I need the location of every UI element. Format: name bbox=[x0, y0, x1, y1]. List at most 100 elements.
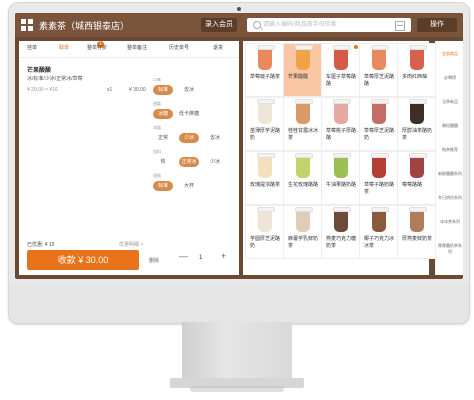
option-group-label: 口味 bbox=[153, 77, 161, 82]
product-card[interactable]: 牛油果酪奶酪 bbox=[321, 151, 361, 205]
drink-cup-image bbox=[257, 99, 275, 124]
product-name: 椰子巧克力冰冰茶 bbox=[364, 236, 395, 249]
drink-cup-image bbox=[409, 207, 427, 232]
product-card[interactable]: 玫瑰提浓酪茶 bbox=[245, 151, 285, 205]
product-name: 苗薄厚芋泥酪奶 bbox=[250, 128, 281, 141]
drink-cup-image bbox=[295, 45, 313, 70]
tab-refund[interactable]: 退货 bbox=[213, 44, 223, 51]
product-card[interactable]: 草莓啵子酪茶 bbox=[245, 43, 285, 97]
product-name: 多肉红西柚 bbox=[402, 74, 428, 80]
product-card[interactable]: 芒果酸酸 bbox=[283, 43, 323, 97]
option-chip[interactable]: 少冰 bbox=[179, 133, 199, 143]
option-chip[interactable]: 正常 bbox=[153, 133, 173, 143]
top-bar: 素素茶（城西银泰店） 录入会员 请输入编码/商品首字母检索 操作 bbox=[15, 13, 463, 37]
product-name: 车厘子草莓酪酪 bbox=[326, 74, 357, 87]
qty-minus-button[interactable]: — bbox=[179, 251, 188, 261]
new-dot-icon bbox=[354, 45, 358, 49]
product-name: 芋圆厚芝泥酪奶 bbox=[250, 236, 281, 249]
product-grid: 草莓啵子酪茶 芒果酸酸 车厘子草莓酪酪 草莓厚芝泥酪酪 多肉红西柚苗薄厚芋泥酪奶 桂桂甘露… bbox=[245, 43, 437, 275]
product-name: 玫瑰提浓酪茶 bbox=[250, 182, 281, 188]
option-chip[interactable]: 标准 bbox=[153, 85, 173, 95]
drink-cup-image bbox=[257, 153, 275, 178]
product-card[interactable]: 多肉红西柚 bbox=[397, 43, 437, 97]
drink-cup-image bbox=[333, 153, 351, 178]
tab-history[interactable]: 历史单号 bbox=[169, 44, 189, 51]
product-card[interactable]: 草莓厚芝泥酪奶 bbox=[359, 97, 399, 151]
drink-cup-image bbox=[333, 99, 351, 124]
drink-cup-image bbox=[333, 45, 351, 70]
category-item[interactable]: 冬日热饮系列 bbox=[438, 195, 462, 201]
search-placeholder: 请输入编码/商品首字母检索 bbox=[263, 22, 337, 28]
option-chip[interactable]: 少冰 bbox=[205, 157, 225, 167]
drink-cup-image bbox=[257, 207, 275, 232]
drink-cup-image bbox=[371, 45, 389, 70]
option-chip[interactable]: 正常冰 bbox=[179, 157, 199, 167]
category-item[interactable]: 当季新品 bbox=[438, 99, 462, 105]
product-card[interactable]: 厚醇油茶酪奶茶 bbox=[397, 97, 437, 151]
product-card[interactable]: 苗薄厚芋泥酪奶 bbox=[245, 97, 285, 151]
category-item[interactable]: 必喝榜 bbox=[438, 75, 462, 81]
drink-cup-image bbox=[409, 45, 427, 70]
category-item[interactable]: 新鲜酪酪系列 bbox=[438, 171, 462, 177]
option-group-label: 甜度 bbox=[153, 101, 161, 106]
product-card[interactable]: 莓莓酪酪 bbox=[397, 151, 437, 205]
category-item[interactable]: 冰冰茶系列 bbox=[438, 219, 462, 225]
option-chip[interactable]: 去冰 bbox=[205, 133, 225, 143]
tab-discount[interactable]: 整单打折 bbox=[87, 44, 107, 51]
product-card[interactable]: 车厘子草莓酪酪 bbox=[321, 43, 361, 97]
product-card[interactable]: 桂桂甘露冰冰茶 bbox=[283, 97, 323, 151]
product-card[interactable]: 草莓厚芝泥酪酪 bbox=[359, 43, 399, 97]
product-card[interactable]: 燕麦巧克力糖奶茶 bbox=[321, 205, 361, 259]
product-card[interactable]: 生花玫瑰酪酪 bbox=[283, 151, 323, 205]
option-chip[interactable]: 热 bbox=[153, 157, 173, 167]
qty-plus-button[interactable]: + bbox=[221, 251, 226, 261]
checkout-button[interactable]: 收款 ¥ 30.00 bbox=[27, 250, 139, 270]
option-chip[interactable]: 去冰 bbox=[179, 85, 199, 95]
search-icon bbox=[253, 21, 261, 29]
search-input[interactable]: 请输入编码/商品首字母检索 bbox=[247, 18, 411, 32]
cart-item-name[interactable]: 芒果酸酸 bbox=[27, 65, 51, 74]
product-card[interactable]: 芋圆厚芝泥酪奶 bbox=[245, 205, 285, 259]
discount-detail-link[interactable]: 优惠明细 > bbox=[119, 241, 143, 248]
option-group-label: 冰量 bbox=[153, 125, 161, 130]
order-tabs: 挂单 取单 1 整单打折 整单备注 历史单号 退货 bbox=[19, 41, 239, 58]
product-name: 厚燕麦鲜奶茶 bbox=[402, 236, 433, 242]
product-name: 桂桂甘露冰冰茶 bbox=[288, 128, 319, 141]
option-chip[interactable]: 标准 bbox=[153, 181, 173, 191]
product-card[interactable]: 草莓桃子厚酪酪 bbox=[321, 97, 361, 151]
option-chip[interactable]: 冰糖 bbox=[153, 109, 173, 119]
option-group-label: 规格 bbox=[153, 173, 161, 178]
product-name: 草莓啵子酪茶 bbox=[250, 74, 281, 80]
discount-label: 已优惠: ¥ 15 bbox=[27, 242, 55, 248]
monitor-frame: 素素茶（城西银泰店） 录入会员 请输入编码/商品首字母检索 操作 挂单 取单 1… bbox=[8, 2, 470, 324]
option-chip[interactable]: 低卡蔗糖 bbox=[179, 109, 199, 119]
delete-item-button[interactable]: 删除 bbox=[149, 257, 159, 264]
monitor-stand bbox=[182, 322, 292, 380]
product-name: 厚醇油茶酪奶茶 bbox=[402, 128, 433, 141]
category-item[interactable]: 全部商品 bbox=[438, 51, 462, 57]
scan-icon[interactable] bbox=[395, 21, 405, 31]
tab-retrieve[interactable]: 取单 bbox=[59, 44, 69, 51]
menu-button[interactable]: 操作 bbox=[417, 18, 457, 32]
drink-cup-image bbox=[257, 45, 275, 70]
cart-item-qty: x1 bbox=[107, 87, 113, 93]
apps-grid-icon[interactable] bbox=[21, 19, 33, 31]
category-item[interactable]: 果粒酪酪 bbox=[438, 123, 462, 129]
product-card[interactable]: 麻薯芋乳鲜奶茶 bbox=[283, 205, 323, 259]
drink-cup-image bbox=[295, 99, 313, 124]
product-name: 草莓厚芝泥酪酪 bbox=[364, 74, 395, 87]
tab-hold[interactable]: 挂单 bbox=[27, 44, 37, 51]
category-item[interactable]: 纯茶推荐 bbox=[438, 147, 462, 153]
drink-cup-image bbox=[409, 99, 427, 124]
product-card[interactable]: 厚燕麦鲜奶茶 bbox=[397, 205, 437, 259]
product-name: 草莓厚芝泥酪奶 bbox=[364, 128, 395, 141]
option-chip[interactable]: 大杯 bbox=[179, 181, 199, 191]
category-item[interactable]: 厚厚酪奶茶系列 bbox=[438, 243, 462, 255]
product-name: 燕麦巧克力糖奶茶 bbox=[326, 236, 357, 249]
drink-cup-image bbox=[371, 99, 389, 124]
drink-cup-image bbox=[409, 153, 427, 178]
product-card[interactable]: 椰子巧克力冰冰茶 bbox=[359, 205, 399, 259]
enter-member-button[interactable]: 录入会员 bbox=[201, 18, 237, 32]
tab-remark[interactable]: 整单备注 bbox=[127, 44, 147, 51]
product-card[interactable]: 草莓子酪奶酪茶 bbox=[359, 151, 399, 205]
